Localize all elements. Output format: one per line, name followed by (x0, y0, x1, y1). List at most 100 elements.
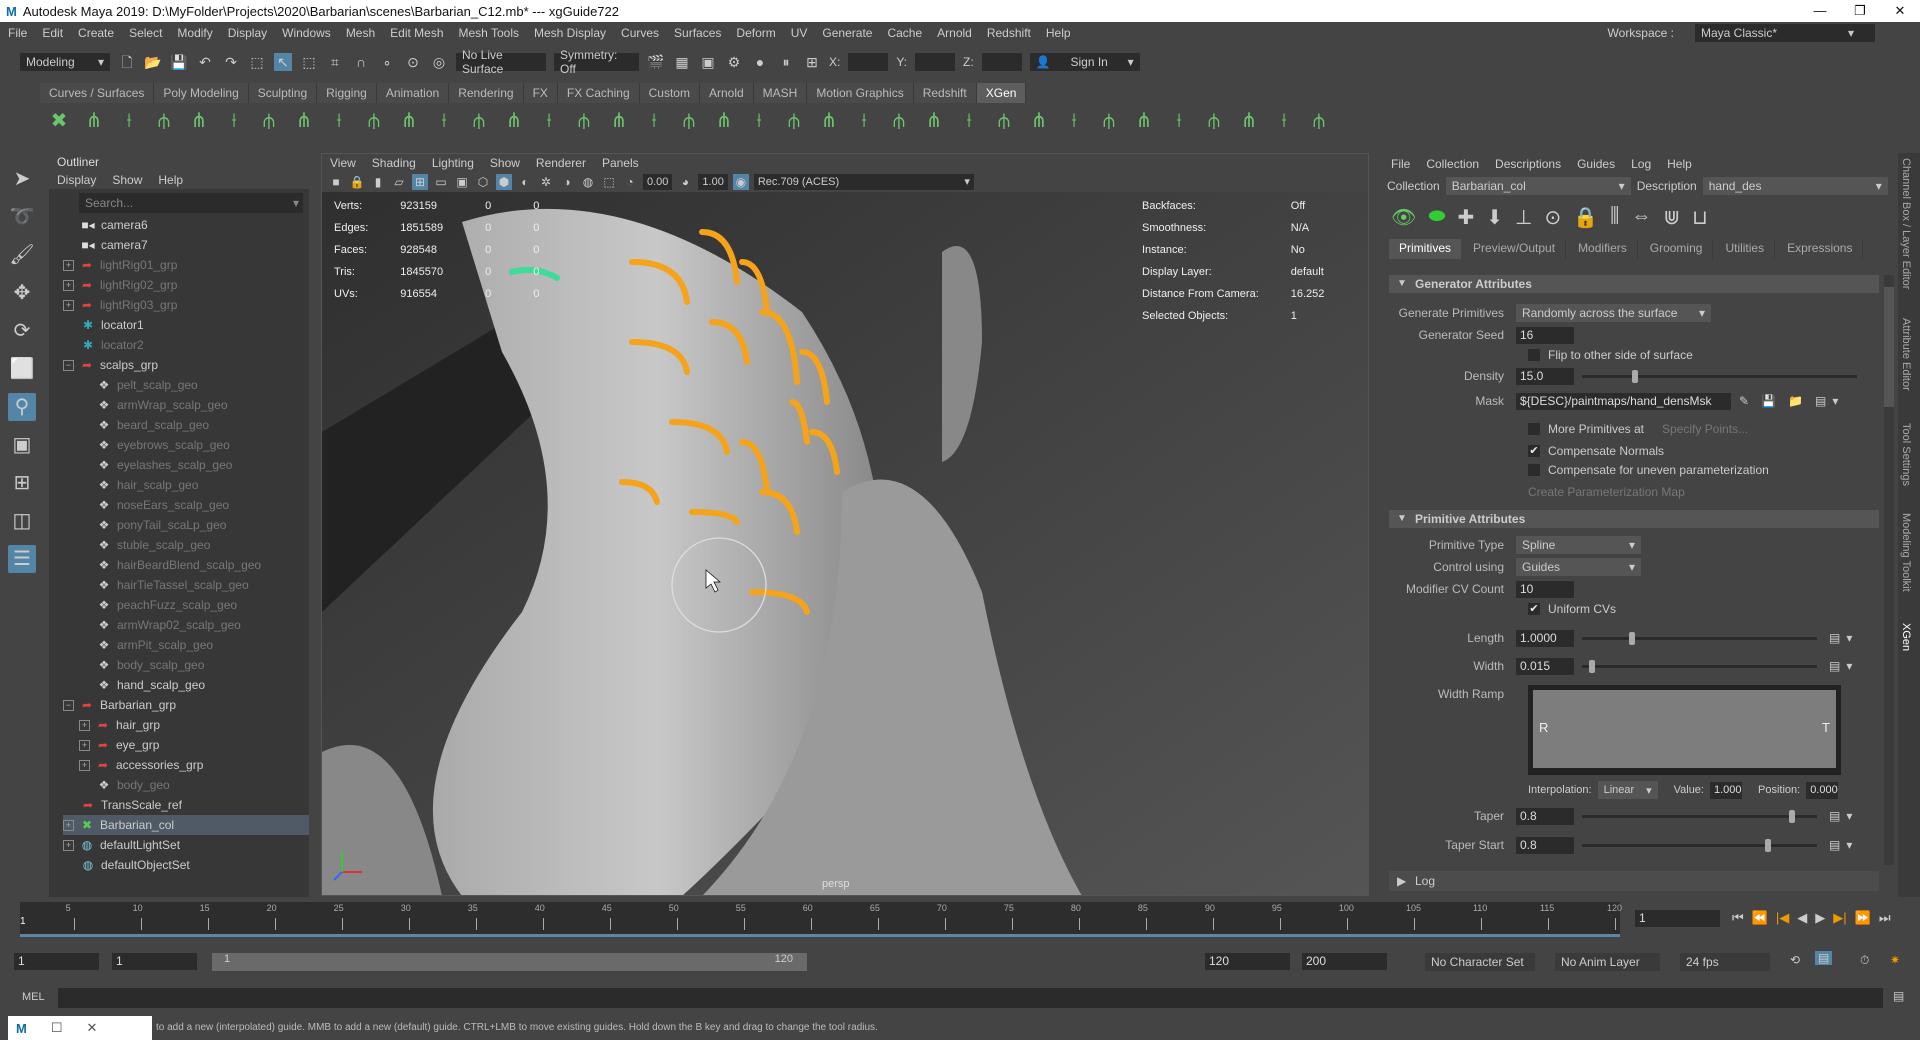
compensate-normals-checkbox[interactable]: ✔ (1528, 445, 1540, 457)
outliner-item[interactable]: ❖ beard_scalp_geo (63, 415, 309, 435)
render-frame-icon[interactable]: 🎬 (647, 53, 665, 71)
outliner-item[interactable]: ❖ eyebrows_scalp_geo (63, 435, 309, 455)
shelf-tab-curves-surfaces[interactable]: Curves / Surfaces (40, 83, 155, 103)
snap-surface-icon[interactable]: ◎ (430, 53, 448, 71)
maya-taskbar-icon[interactable]: M (16, 1021, 27, 1036)
outliner-item[interactable]: ✱ locator2 (63, 335, 309, 355)
shelf-tab-fx-caching[interactable]: FX Caching (557, 83, 640, 103)
flip-guides-icon[interactable]: ⇔ (1631, 205, 1651, 229)
shelf-grow-icon[interactable]: ⟊ (956, 108, 982, 134)
menu-file[interactable]: File (8, 26, 27, 40)
two-pane-layout-icon[interactable]: ◫ (8, 507, 36, 535)
shelf-clump-icon[interactable]: ⋔ (501, 108, 527, 134)
hypershade-icon[interactable]: ● (751, 53, 769, 71)
viewport-menu-renderer[interactable]: Renderer (536, 154, 586, 172)
go-to-start-icon[interactable]: ⏮ (1732, 910, 1744, 926)
minimize-button[interactable]: — (1800, 0, 1840, 22)
character-set-dropdown[interactable]: No Character Set (1425, 953, 1535, 971)
slider-handle[interactable] (1629, 631, 1635, 645)
playback-end-field[interactable]: 120 (1205, 953, 1290, 970)
menu-modify[interactable]: Modify (177, 26, 212, 40)
menu-mesh[interactable]: Mesh (346, 26, 375, 40)
uniform-cvs-checkbox[interactable]: ✔ (1528, 603, 1540, 615)
x-field[interactable] (848, 53, 889, 71)
menu-set-dropdown[interactable]: Modeling ▾ (20, 53, 110, 71)
add-guides-icon[interactable]: ✚ (1457, 205, 1474, 229)
length-field[interactable]: 1.0000 (1516, 629, 1574, 647)
log-section-header[interactable]: ▶ Log (1389, 871, 1879, 891)
snap-point-icon[interactable]: ∘ (378, 53, 396, 71)
outliner-item[interactable]: + ◍ defaultLightSet (63, 835, 309, 855)
outliner-item[interactable]: + ➦ lightRig03_grp (63, 295, 309, 315)
shelf-tab-sculpting[interactable]: Sculpting (248, 83, 318, 103)
lights-icon[interactable]: ✲ (538, 174, 554, 190)
shelf-freeze-icon[interactable]: ⟊ (1061, 108, 1087, 134)
shelf-rebuild-icon[interactable]: ⋔ (291, 108, 317, 134)
length-slider[interactable] (1582, 631, 1817, 645)
outliner-item[interactable]: + ➦ accessories_grp (63, 755, 309, 775)
expand-icon[interactable]: + (79, 719, 90, 731)
outliner-item[interactable]: ❖ pelt_scalp_geo (63, 375, 309, 395)
shelf-relax-icon[interactable]: ⫛ (1096, 108, 1122, 134)
width-field[interactable]: 0.015 (1516, 657, 1574, 675)
live-surface-field[interactable]: No Live Surface (456, 48, 546, 76)
film-gate-icon[interactable]: ▭ (433, 174, 449, 190)
shelf-pinch-icon[interactable]: ⟊ (1166, 108, 1192, 134)
play-backward-icon[interactable]: ◀ (1797, 910, 1807, 926)
shelf-tab-custom[interactable]: Custom (639, 83, 700, 103)
current-frame-field[interactable]: 1 (1635, 910, 1720, 927)
script-editor-icon[interactable]: ▤ (1893, 989, 1904, 1003)
menu-deform[interactable]: Deform (736, 26, 775, 40)
z-field[interactable] (981, 53, 1022, 71)
outliner-menu-show[interactable]: Show (112, 171, 142, 189)
viewport-menu-lighting[interactable]: Lighting (432, 154, 474, 172)
outliner-item[interactable]: ❖ eyelashes_scalp_geo (63, 455, 309, 475)
outliner-item[interactable]: ❖ body_scalp_geo (63, 655, 309, 675)
resolution-gate-icon[interactable]: ▣ (454, 174, 470, 190)
generate-primitives-dropdown[interactable]: Randomly across the surface ▾ (1516, 304, 1711, 322)
shelf-tab-redshift[interactable]: Redshift (913, 83, 977, 103)
menu-curves[interactable]: Curves (621, 26, 659, 40)
xgen-menu-log[interactable]: Log (1631, 157, 1651, 171)
slider-handle[interactable] (1788, 809, 1795, 823)
lasso-tool-icon[interactable]: ➰ (8, 203, 36, 231)
outliner-item[interactable]: ❖ peachFuzz_scalp_geo (63, 595, 309, 615)
outliner-layout-icon[interactable]: ☰ (8, 545, 36, 573)
shelf-tab-xgen[interactable]: XGen (976, 83, 1027, 103)
generator-seed-field[interactable]: 16 (1516, 326, 1574, 344)
shelf-spiral-icon[interactable]: ⫛ (991, 108, 1017, 134)
shelf-tab-motion-graphics[interactable]: Motion Graphics (807, 83, 914, 103)
anim-prefs-icon[interactable]: ⏱ (1860, 953, 1869, 968)
outliner-menu-display[interactable]: Display (57, 171, 96, 189)
playback-start-field[interactable]: 1 (112, 953, 197, 970)
outliner-item[interactable]: ❖ armWrap_scalp_geo (63, 395, 309, 415)
pause-icon[interactable]: ⏸ (777, 53, 795, 71)
primitive-attributes-header[interactable]: Primitive Attributes (1389, 510, 1879, 528)
xgen-scrollbar[interactable] (1884, 275, 1894, 865)
step-forward-key-icon[interactable]: ⏩ (1855, 910, 1871, 926)
density-field[interactable]: 15.0 (1516, 367, 1574, 385)
current-frame-marker[interactable]: 1 (20, 916, 26, 927)
expression-editor-icon[interactable]: ▤ (1829, 838, 1840, 852)
viewport-menu-shading[interactable]: Shading (372, 154, 416, 172)
shelf-create-description-icon[interactable]: ⋔ (81, 108, 107, 134)
shelf-magnet-icon[interactable]: ⋔ (1026, 108, 1052, 134)
textured-icon[interactable]: ◐ (517, 174, 533, 190)
shelf-render-icon[interactable]: ⋔ (921, 108, 947, 134)
xgen-tab-primitives[interactable]: Primitives (1389, 239, 1462, 259)
step-back-key-icon[interactable]: ⏪ (1752, 910, 1768, 926)
viewport-menu-view[interactable]: View (330, 154, 356, 172)
tab-channel-box[interactable]: Channel Box / Layer Editor (1900, 158, 1912, 289)
menu-create[interactable]: Create (78, 26, 114, 40)
step-back-frame-icon[interactable]: |◀ (1776, 910, 1789, 926)
control-using-dropdown[interactable]: Guides ▾ (1516, 558, 1641, 576)
outliner-item[interactable]: ■◂ camera6 (63, 215, 309, 235)
outliner-item[interactable]: + ➦ lightRig01_grp (63, 255, 309, 275)
outliner-item[interactable]: ❖ armPit_scalp_geo (63, 635, 309, 655)
outliner-item[interactable]: + ➦ lightRig02_grp (63, 275, 309, 295)
animation-start-field[interactable]: 1 (14, 953, 99, 970)
play-forward-icon[interactable]: ▶ (1815, 910, 1825, 926)
camera-select-icon[interactable]: ■ (328, 174, 344, 190)
paint-mask-icon[interactable]: ✎ (1739, 394, 1749, 408)
expand-icon[interactable]: + (63, 259, 74, 271)
